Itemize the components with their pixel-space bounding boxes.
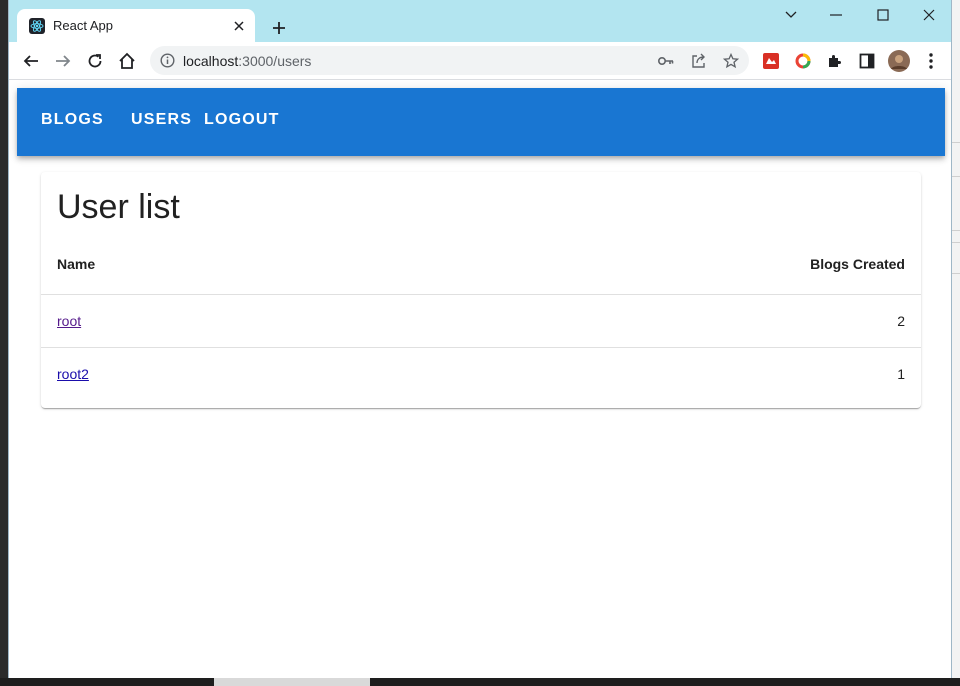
reload-icon[interactable] [83, 49, 107, 73]
url-text: localhost:3000/users [183, 53, 312, 69]
column-header-blogs-created: Blogs Created [354, 234, 921, 295]
browser-window: React App localhost:3000/users BLOGS USE… [8, 0, 952, 678]
user-link[interactable]: root2 [57, 366, 89, 382]
table-header-row: Name Blogs Created [41, 234, 921, 295]
nav-logout-button[interactable]: LOGOUT [204, 111, 280, 129]
browser-toolbar: localhost:3000/users [9, 42, 951, 80]
blogs-count: 1 [897, 365, 905, 382]
column-header-name: Name [41, 234, 355, 295]
avatar[interactable] [887, 49, 911, 73]
address-bar[interactable]: localhost:3000/users [150, 46, 749, 75]
user-list-card: User list Name Blogs Created root 2 root… [41, 172, 921, 408]
minimize-icon[interactable] [821, 4, 851, 26]
table-row: root2 1 [41, 347, 921, 400]
page-content: BLOGS USERS LOGOUT User list Name Blogs … [9, 81, 951, 678]
key-icon[interactable] [657, 52, 675, 70]
blogs-count: 2 [354, 294, 921, 348]
nav-users-button[interactable]: USERS [131, 111, 192, 129]
puzzle-icon[interactable] [823, 49, 847, 73]
app-bar: BLOGS USERS LOGOUT [17, 88, 945, 156]
kebab-menu-icon[interactable] [919, 49, 943, 73]
extension-icon[interactable] [759, 49, 783, 73]
tab-strip: React App [9, 0, 951, 42]
share-icon[interactable] [690, 52, 708, 70]
close-icon[interactable] [231, 18, 247, 34]
chevron-down-icon[interactable] [776, 4, 806, 26]
back-arrow-icon[interactable] [19, 49, 43, 73]
taskbar-area [0, 678, 960, 686]
sidepanel-icon[interactable] [855, 49, 879, 73]
table-row: root 2 [41, 294, 921, 348]
plus-icon[interactable] [267, 16, 291, 40]
close-window-icon[interactable] [914, 4, 944, 26]
home-icon[interactable] [115, 49, 139, 73]
maximize-icon[interactable] [868, 4, 898, 26]
user-link[interactable]: root [57, 313, 81, 329]
tab-react-app[interactable]: React App [17, 9, 255, 42]
forward-arrow-icon[interactable] [51, 49, 75, 73]
extension-icon[interactable] [791, 49, 815, 73]
react-favicon-icon [29, 17, 45, 34]
info-icon[interactable] [160, 53, 175, 68]
nav-blogs-button[interactable]: BLOGS [41, 111, 104, 129]
desktop-background [952, 0, 960, 686]
star-icon[interactable] [722, 52, 740, 70]
tab-title: React App [53, 18, 113, 33]
users-table: Name Blogs Created root 2 root2 1 [41, 234, 921, 400]
page-title: User list [57, 188, 180, 226]
